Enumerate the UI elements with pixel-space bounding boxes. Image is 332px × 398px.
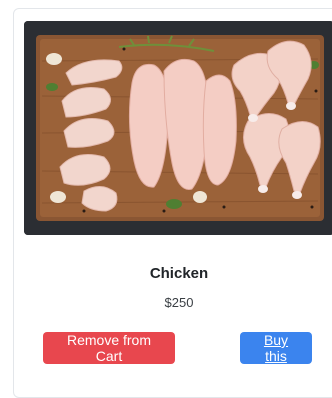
buy-this-button[interactable]: Buy this [240, 332, 312, 364]
product-price: $250 [164, 295, 194, 310]
remove-from-cart-button[interactable]: Remove from Cart [43, 332, 175, 364]
chicken-illustration [24, 21, 332, 235]
product-image [24, 21, 332, 235]
product-name: Chicken [149, 265, 209, 282]
product-card: Chicken $250 Remove from Cart Buy this [13, 8, 332, 398]
